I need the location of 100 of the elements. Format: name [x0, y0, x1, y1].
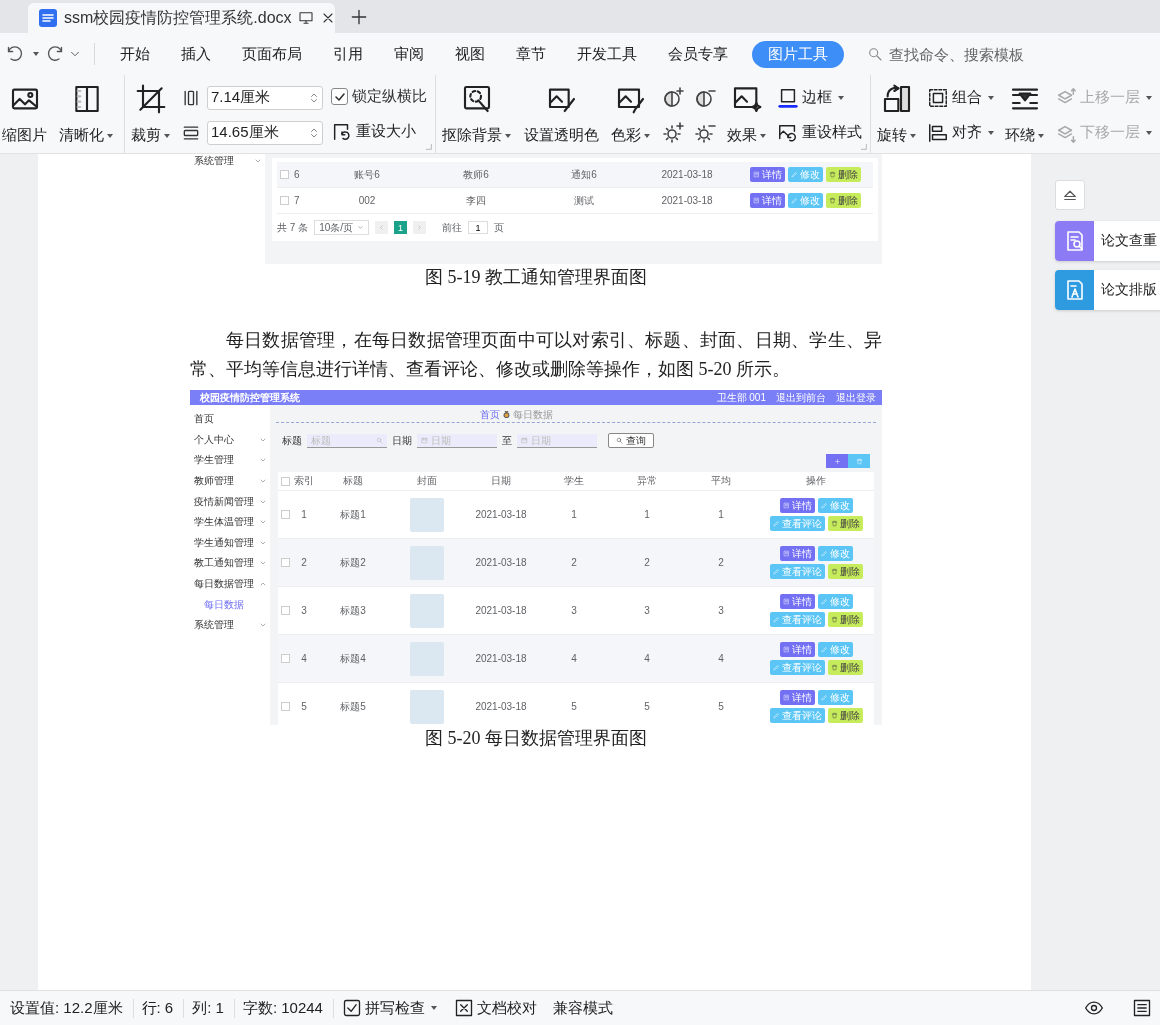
menu-tab[interactable]: 插入 — [166, 40, 226, 68]
command-search[interactable]: 查找命令、搜索模板 — [867, 44, 1061, 64]
table-cell-text: 1 — [717, 509, 725, 520]
contrast-up-button[interactable] — [661, 85, 685, 110]
group-icon — [927, 86, 949, 109]
photo-placeholder — [410, 641, 444, 676]
brightness-up-button[interactable] — [661, 120, 685, 145]
action-button[interactable]: 详情 — [779, 498, 815, 513]
reset-style-button[interactable]: 重设样式 — [777, 121, 862, 144]
menu-tab[interactable]: 审阅 — [379, 40, 439, 68]
row-checkbox[interactable] — [280, 558, 290, 567]
color-button[interactable]: 色彩 — [609, 77, 653, 153]
sidebar-item[interactable]: 教工通知管理 — [194, 556, 254, 571]
table-cell-text: 5 — [570, 701, 578, 712]
group-button[interactable]: 组合 — [927, 86, 995, 109]
lock-aspect-checkbox[interactable]: 锁定纵横比 — [331, 87, 427, 107]
reset-size-button[interactable]: 重设大小 — [331, 120, 427, 143]
sharpen-button[interactable]: 清晰化 — [57, 77, 116, 153]
row-checkbox[interactable] — [279, 196, 289, 205]
document-icon — [752, 197, 760, 204]
action-button[interactable]: 详情 — [749, 193, 785, 208]
crop-button[interactable]: 裁剪 — [129, 77, 173, 153]
table-cell-text: 4 — [570, 653, 578, 664]
document-tab[interactable]: ssm校园疫情防控管理系统.docx — [28, 3, 335, 33]
height-field[interactable]: 14.65厘米 — [207, 120, 323, 145]
page-size-select[interactable]: 10条/页 — [314, 220, 370, 235]
sidebar-item[interactable]: 学生体温管理 — [194, 515, 254, 530]
sidebar-item[interactable]: 系统管理 — [194, 618, 234, 633]
compress-button[interactable]: 缩图片 — [0, 77, 49, 153]
action-button[interactable]: 删除 — [827, 660, 863, 675]
sidebar-item[interactable]: 教师管理 — [194, 474, 234, 489]
sidebar-item[interactable]: 首页 — [194, 412, 214, 427]
contrast-plus-icon — [661, 85, 685, 110]
figure-caption: 图 5-20 每日数据管理界面图 — [424, 727, 648, 750]
sidebar-item[interactable]: 每日数据管理 — [194, 577, 254, 592]
app-title: 校园疫情防控管理系统 — [200, 390, 300, 405]
status-button[interactable]: 兼容模式 — [552, 998, 613, 1018]
row-checkbox[interactable] — [280, 510, 290, 519]
action-button[interactable]: 删除 — [825, 193, 861, 208]
action-button[interactable]: 详情 — [779, 642, 815, 657]
table-cell-text: 3 — [300, 605, 308, 616]
table-cell-text: 5 — [717, 701, 725, 712]
row-checkbox[interactable] — [280, 654, 290, 663]
page-input[interactable]: 1 — [468, 221, 489, 234]
sidebar-subitem[interactable]: 每日数据 — [204, 597, 244, 612]
menu-tab[interactable]: 开发工具 — [562, 40, 652, 68]
transparent-color-button[interactable]: 设置透明色 — [522, 77, 601, 153]
photo-placeholder — [410, 689, 444, 724]
filter-label: 日期 — [392, 433, 412, 448]
action-button[interactable]: 详情 — [779, 546, 815, 561]
status-button[interactable]: 拼写检查 — [341, 998, 438, 1018]
menu-tab[interactable]: 章节 — [501, 40, 561, 68]
rotate-button[interactable]: 旋转 — [875, 77, 919, 153]
action-button[interactable]: 删除 — [827, 564, 863, 579]
document-icon — [782, 502, 790, 509]
action-button[interactable]: 删除 — [827, 516, 863, 531]
sidebar-item[interactable]: 学生管理 — [194, 453, 234, 468]
row-checkbox[interactable] — [280, 606, 290, 615]
pencil-icon — [790, 197, 798, 204]
action-button[interactable]: 详情 — [779, 690, 815, 705]
sidebar-item[interactable]: 个人中心 — [194, 432, 234, 447]
sidebar-item[interactable]: 系统管理 — [194, 154, 234, 168]
new-tab-icon[interactable] — [349, 7, 369, 27]
filter-field[interactable]: 标题 — [307, 433, 387, 448]
pencil-icon — [820, 502, 828, 509]
document-icon — [752, 171, 760, 178]
action-button[interactable]: 删除 — [827, 612, 863, 627]
search-button[interactable]: 查询 — [608, 433, 654, 448]
effects-button[interactable]: 效果 — [725, 77, 769, 153]
table-cell-text: 2021-03-18 — [474, 509, 528, 520]
action-button[interactable]: 详情 — [749, 167, 785, 182]
select-all-checkbox[interactable] — [280, 476, 290, 486]
sidebar-item[interactable]: 学生通知管理 — [194, 535, 254, 550]
menu-tab[interactable]: 开始 — [105, 40, 165, 68]
wrap-button[interactable]: 环绕 — [1003, 77, 1047, 153]
column-header: 索引 — [293, 474, 315, 488]
status-button[interactable]: 文档校对 — [453, 998, 537, 1018]
side-tool-button[interactable]: 论文排版 — [1055, 270, 1160, 310]
document-icon — [782, 694, 790, 701]
row-checkbox[interactable] — [279, 170, 289, 179]
menu-tab[interactable]: 会员专享 — [653, 40, 743, 68]
add-button[interactable] — [826, 454, 848, 468]
breadcrumb-link[interactable]: 首页 — [479, 407, 500, 422]
remove-background-button[interactable]: 抠除背景 — [440, 77, 514, 153]
sidebar-item[interactable]: 疫情新闻管理 — [194, 494, 254, 509]
caret-icon[interactable] — [32, 50, 40, 58]
row-checkbox[interactable] — [280, 702, 290, 711]
action-button[interactable]: 删除 — [825, 167, 861, 182]
action-button[interactable]: 详情 — [779, 594, 815, 609]
align-button[interactable]: 对齐 — [927, 121, 995, 144]
collapse-button[interactable] — [1055, 180, 1085, 210]
action-button[interactable]: 删除 — [827, 708, 863, 723]
monitor-icon[interactable] — [297, 10, 314, 26]
list-icon[interactable] — [1132, 998, 1152, 1018]
width-field[interactable]: 7.14厘米 — [207, 85, 323, 110]
menu-tab[interactable]: 视图 — [440, 40, 500, 68]
menu-tab[interactable]: 页面布局 — [227, 40, 317, 68]
border-button[interactable]: 边框 — [777, 86, 862, 109]
side-tool-button[interactable]: 论文查重 — [1055, 221, 1160, 261]
menu-tab[interactable]: 引用 — [318, 40, 378, 68]
